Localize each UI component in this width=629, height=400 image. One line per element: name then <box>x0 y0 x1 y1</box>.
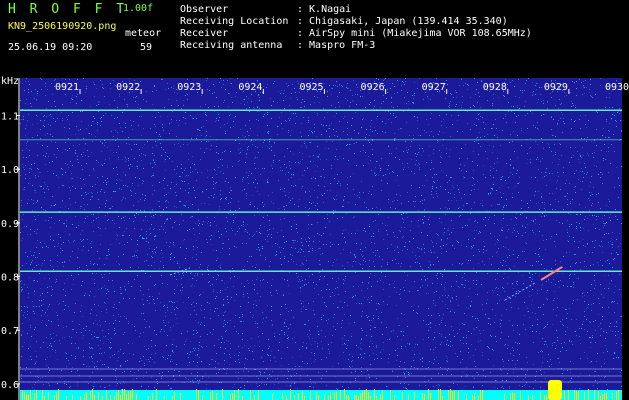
spectrogram-chart: 1.1 1.0 0.9 0.8 0.7 0.6 0921 0922 0923 0924 0925 0… <box>1 76 629 400</box>
meteor-signal-burst <box>548 380 562 400</box>
x-tick-label: 0923 <box>177 82 201 93</box>
y-tick-label: 1.1 <box>1 112 19 123</box>
x-tick-label: 0922 <box>116 82 140 93</box>
y-axis-label: kHz <box>1 76 19 87</box>
x-tick-label: 0927 <box>422 82 446 93</box>
y-tick-label: 0.6 <box>1 380 19 391</box>
y-tick-label: 0.7 <box>1 326 19 337</box>
y-tick-label: 1.0 <box>1 165 19 176</box>
x-tick-label: 0921 <box>55 82 79 93</box>
x-tick-label: 0926 <box>361 82 385 93</box>
x-tick-label: 0925 <box>299 82 323 93</box>
x-tick-label: 0928 <box>483 82 507 93</box>
x-tick-label: 0929 <box>544 82 568 93</box>
x-tick-label: 0930 <box>605 82 629 93</box>
spectrogram-background <box>20 78 622 400</box>
x-tick-label: 0924 <box>238 82 262 93</box>
y-tick-label: 0.9 <box>1 219 19 230</box>
y-tick-label: 0.8 <box>1 273 19 284</box>
y-axis: 1.1 1.0 0.9 0.8 0.7 0.6 <box>1 78 20 400</box>
